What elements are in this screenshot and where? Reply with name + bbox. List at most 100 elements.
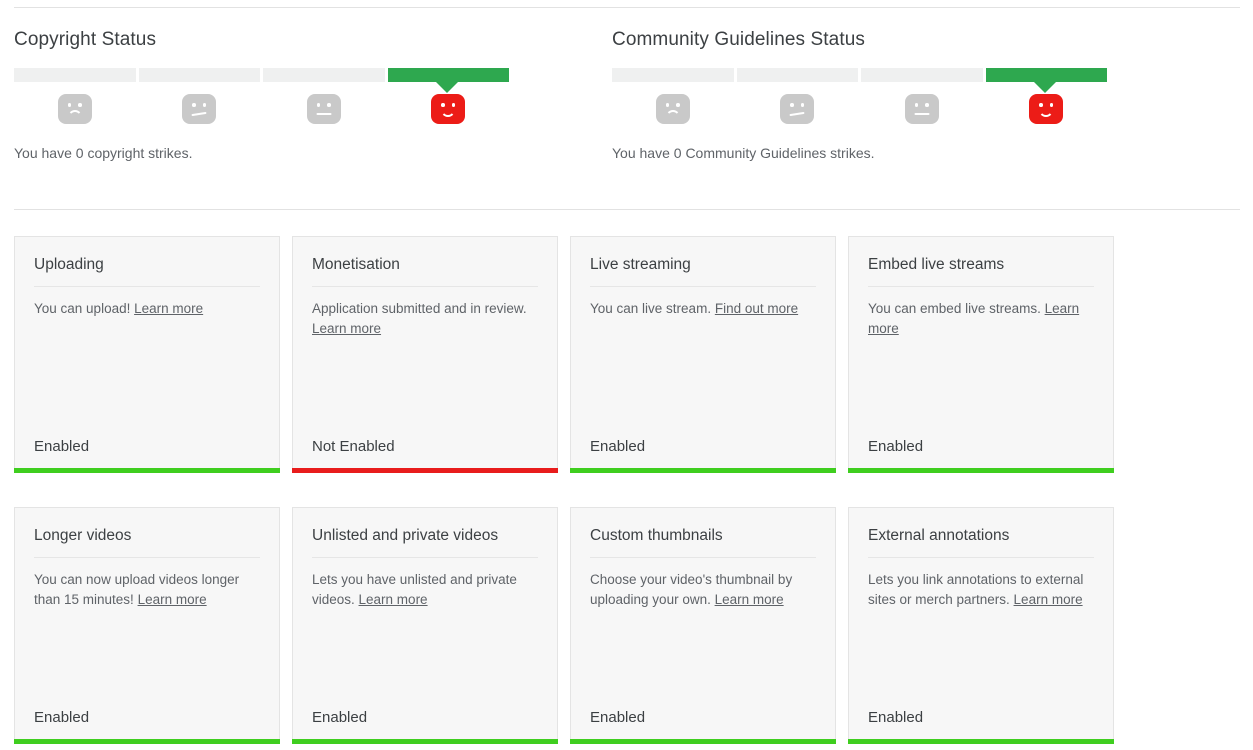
- face-cell-3: [861, 92, 983, 126]
- card-description-text: Application submitted and in review.: [312, 301, 527, 316]
- card-description: Lets you have unlisted and private video…: [312, 570, 538, 610]
- eye-right: [676, 103, 680, 107]
- meter-segment-1: [612, 68, 734, 82]
- face-cell-2: [139, 92, 261, 126]
- eye-right: [202, 103, 207, 107]
- card-title: Unlisted and private videos: [312, 526, 538, 558]
- community-guidelines-strikes-text: You have 0 Community Guidelines strikes.: [612, 145, 875, 161]
- learn-more-link[interactable]: Learn more: [134, 301, 203, 316]
- eye-right: [1049, 103, 1054, 107]
- eye-left: [665, 103, 670, 107]
- feature-cards-grid: Uploading You can upload! Learn more Ena…: [14, 236, 1240, 750]
- face-cell-1: [612, 92, 734, 126]
- copyright-status-title: Copyright Status: [14, 29, 157, 50]
- card-status-bar: [848, 739, 1114, 744]
- card-description-text: You can live stream.: [590, 301, 715, 316]
- learn-more-link[interactable]: Learn more: [312, 321, 381, 336]
- eye-left: [914, 103, 919, 107]
- feature-card-external-annotations[interactable]: External annotations Lets you link annot…: [848, 507, 1114, 744]
- card-description: Choose your video's thumbnail by uploadi…: [590, 570, 816, 610]
- mouth-flat: [316, 112, 332, 115]
- meter-segment-1: [14, 68, 136, 82]
- mouth-frown: [665, 110, 681, 118]
- card-description-text: You can embed live streams.: [868, 301, 1045, 316]
- feature-card-custom-thumbnails[interactable]: Custom thumbnails Choose your video's th…: [570, 507, 836, 744]
- card-status-bar: [570, 739, 836, 744]
- card-status-bar: [848, 468, 1114, 473]
- eye-right: [800, 103, 805, 107]
- eye-left: [1039, 103, 1043, 107]
- copyright-status-faces: [14, 92, 509, 126]
- eye-right: [78, 103, 82, 107]
- happy-face-icon-active: [1029, 94, 1064, 124]
- card-status-bar: [14, 468, 280, 473]
- card-status-label: Enabled: [868, 438, 924, 455]
- card-description: You can embed live streams. Learn more: [868, 299, 1094, 339]
- feature-card-row-1: Uploading You can upload! Learn more Ena…: [14, 236, 1240, 473]
- eye-left: [67, 103, 72, 107]
- mouth-slant: [789, 111, 805, 117]
- meter-segment-3: [263, 68, 385, 82]
- card-title: Embed live streams: [868, 255, 1094, 287]
- eye-right: [451, 103, 456, 107]
- face-cell-1: [14, 92, 136, 126]
- feature-card-uploading[interactable]: Uploading You can upload! Learn more Ena…: [14, 236, 280, 473]
- card-description: You can now upload videos longer than 15…: [34, 570, 260, 610]
- find-out-more-link[interactable]: Find out more: [715, 301, 798, 316]
- card-status-label: Enabled: [34, 438, 90, 455]
- community-guidelines-status-faces: [612, 92, 1107, 126]
- card-description-text: You can upload!: [34, 301, 135, 316]
- mouth-flat: [914, 112, 930, 115]
- card-description: Application submitted and in review. Lea…: [312, 299, 538, 339]
- card-status-label: Enabled: [34, 709, 90, 726]
- card-title: Monetisation: [312, 255, 538, 287]
- feature-card-unlisted-private-videos[interactable]: Unlisted and private videos Lets you hav…: [292, 507, 558, 744]
- card-status-label: Not Enabled: [312, 438, 395, 455]
- card-status-bar: [14, 739, 280, 744]
- unhappy-face-icon: [780, 94, 815, 124]
- learn-more-link[interactable]: Learn more: [715, 592, 784, 607]
- card-title: Custom thumbnails: [590, 526, 816, 558]
- feature-card-longer-videos[interactable]: Longer videos You can now upload videos …: [14, 507, 280, 744]
- status-section: Copyright Status You have 0 copyright st…: [0, 28, 1253, 188]
- card-status-label: Enabled: [312, 709, 368, 726]
- learn-more-link[interactable]: Learn more: [1014, 592, 1083, 607]
- card-description: You can live stream. Find out more: [590, 299, 816, 319]
- face-cell-4: [986, 92, 1108, 126]
- feature-card-live-streaming[interactable]: Live streaming You can live stream. Find…: [570, 236, 836, 473]
- top-divider: [14, 7, 1240, 8]
- copyright-status-block: Copyright Status You have 0 copyright st…: [14, 28, 574, 163]
- community-guidelines-status-meter: [612, 68, 1107, 93]
- mouth-smile: [440, 109, 456, 117]
- community-guidelines-status-title: Community Guidelines Status: [612, 29, 865, 50]
- meter-segment-2: [138, 68, 260, 82]
- community-guidelines-status-block: Community Guidelines Status You have 0 C…: [612, 28, 1172, 163]
- mouth-smile: [1038, 109, 1054, 117]
- sad-face-icon: [57, 94, 92, 124]
- learn-more-link[interactable]: Learn more: [359, 592, 428, 607]
- neutral-face-icon: [306, 94, 341, 124]
- card-status-label: Enabled: [868, 709, 924, 726]
- feature-card-row-2: Longer videos You can now upload videos …: [14, 507, 1240, 744]
- eye-right: [327, 103, 331, 107]
- feature-card-monetisation[interactable]: Monetisation Application submitted and i…: [292, 236, 558, 473]
- card-status-label: Enabled: [590, 709, 646, 726]
- learn-more-link[interactable]: Learn more: [138, 592, 207, 607]
- eye-left: [441, 103, 445, 107]
- card-description: Lets you link annotations to external si…: [868, 570, 1094, 610]
- section-divider: [14, 209, 1240, 210]
- card-title: Uploading: [34, 255, 260, 287]
- happy-face-icon-active: [431, 94, 466, 124]
- face-cell-4: [388, 92, 510, 126]
- mouth-frown: [67, 110, 83, 118]
- meter-segment-4-active: [387, 68, 509, 82]
- unhappy-face-icon: [182, 94, 217, 124]
- meter-segment-3: [861, 68, 983, 82]
- eye-left: [192, 103, 196, 107]
- feature-card-embed-live-streams[interactable]: Embed live streams You can embed live st…: [848, 236, 1114, 473]
- card-title: Live streaming: [590, 255, 816, 287]
- copyright-status-meter: [14, 68, 509, 93]
- card-title: Longer videos: [34, 526, 260, 558]
- mouth-slant: [191, 111, 207, 117]
- sad-face-icon: [655, 94, 690, 124]
